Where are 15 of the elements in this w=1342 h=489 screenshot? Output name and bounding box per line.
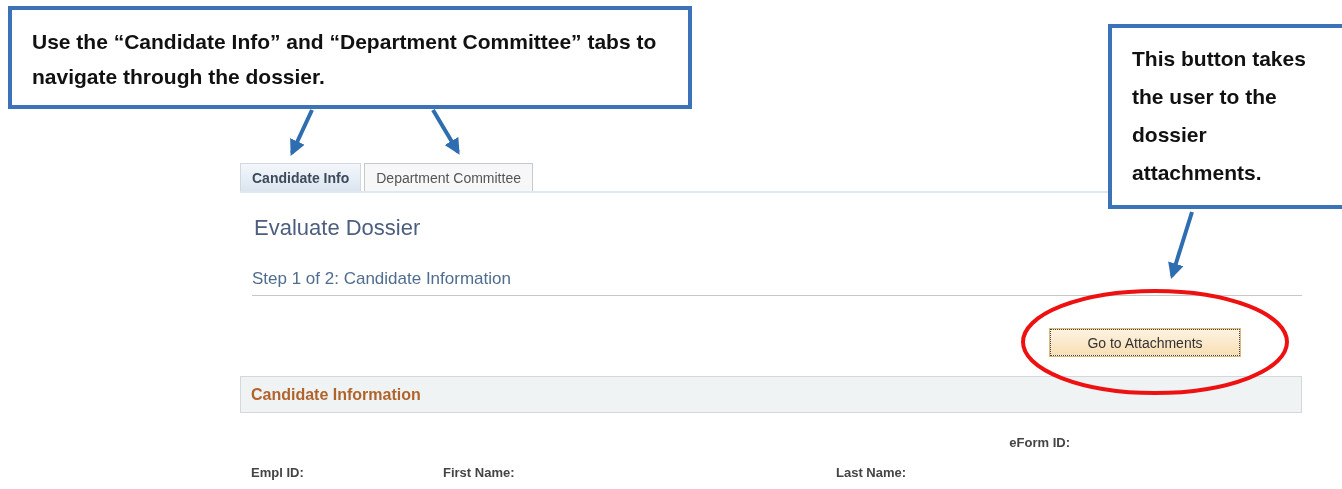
field-label: eForm ID: [1009,435,1070,450]
section-title: Candidate Information [251,385,421,404]
callout-box: This button takes the user to the dossier attachments. [1108,24,1342,209]
field-label: First Name: [443,465,515,480]
arrow [431,108,460,155]
tab[interactable]: Department Committee [364,163,533,191]
callout-box: Use the “Candidate Info” and “Department Committee” tabs to navigate through the dossier. [8,6,692,109]
page-title: Evaluate Dossier [254,215,422,241]
tab[interactable]: Candidate Info [240,163,362,191]
go-to-attachments-button[interactable]: Go to Attachments [1050,329,1240,356]
field-label: Empl ID: [251,465,304,480]
arrow [290,109,314,156]
arrow [1168,211,1194,280]
step-heading: Step 1 of 2: Candidate Information [252,269,1302,296]
field-label: Last Name: [836,465,907,480]
